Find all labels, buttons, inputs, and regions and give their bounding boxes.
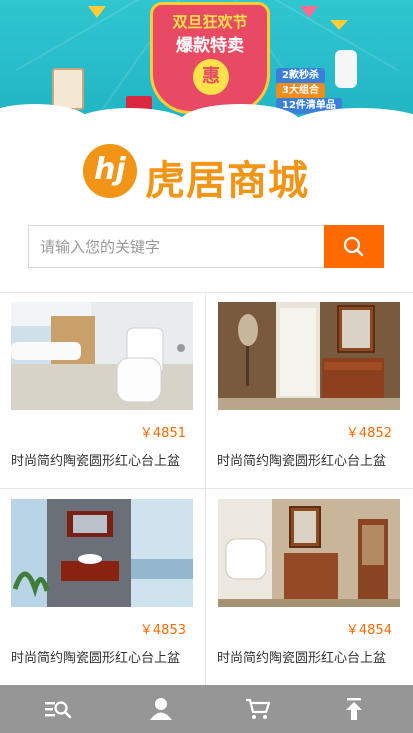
search-icon — [343, 236, 364, 257]
product-price: ￥4853 — [139, 623, 186, 638]
product-title[interactable]: 时尚简约陶瓷圆形红心台上盆 — [217, 450, 409, 469]
back-to-top-icon — [346, 698, 362, 720]
product-image[interactable] — [218, 499, 400, 607]
brand-name: 虎居商城 — [145, 158, 309, 204]
nav-category-search[interactable] — [6, 685, 109, 733]
banner-cloud — [70, 108, 190, 126]
search-button[interactable] — [324, 225, 384, 268]
banner-flag — [330, 20, 348, 30]
banner-vanity-illustration — [52, 68, 84, 110]
product-price: ￥4851 — [139, 426, 186, 441]
banner-flag — [88, 6, 106, 18]
product-price: ￥4852 — [345, 426, 392, 441]
promo-banner[interactable]: 双旦狂欢节 爆款特卖 惠 2款秒杀 3大组合 12件清单品 — [0, 0, 413, 126]
product-price: ￥4854 — [345, 623, 392, 638]
nav-cart[interactable] — [206, 685, 309, 733]
product-card[interactable]: ￥4852 时尚简约陶瓷圆形红心台上盆 — [206, 292, 412, 488]
category-search-icon — [45, 701, 72, 719]
banner-tag: 3大组合 — [276, 83, 325, 99]
banner-flag — [300, 6, 318, 18]
banner-headline-top: 双旦狂欢节 — [172, 13, 248, 31]
banner-tag: 2款秒杀 — [276, 68, 325, 84]
product-title[interactable]: 时尚简约陶瓷圆形红心台上盆 — [217, 647, 409, 666]
product-image[interactable] — [11, 499, 193, 607]
banner-hui-badge: 惠 — [193, 59, 229, 95]
nav-back-to-top[interactable] — [302, 685, 405, 733]
product-title[interactable]: 时尚简约陶瓷圆形红心台上盆 — [11, 647, 203, 666]
banner-badge: 双旦狂欢节 爆款特卖 惠 — [150, 2, 270, 114]
banner-headline-main: 爆款特卖 — [176, 36, 244, 56]
product-card[interactable]: ￥4851 时尚简约陶瓷圆形红心台上盆 — [0, 292, 206, 488]
logo-mark: hj — [83, 144, 137, 198]
product-card[interactable]: ￥4854 时尚简约陶瓷圆形红心台上盆 — [206, 489, 412, 685]
cart-icon — [246, 698, 271, 719]
search-input[interactable] — [29, 226, 325, 267]
banner-toilet-illustration — [335, 50, 357, 88]
product-image[interactable] — [11, 302, 193, 410]
search-bar — [28, 225, 384, 268]
bottom-nav — [0, 685, 413, 733]
product-title[interactable]: 时尚简约陶瓷圆形红心台上盆 — [11, 450, 203, 469]
logo-mark-text: hj — [94, 152, 126, 187]
user-icon — [150, 698, 172, 720]
site-logo[interactable]: hj 虎居商城 — [83, 140, 333, 204]
page: 双旦狂欢节 爆款特卖 惠 2款秒杀 3大组合 12件清单品 hj 虎居商城 请输… — [0, 0, 413, 733]
nav-user[interactable] — [109, 685, 212, 733]
product-card[interactable]: ￥4853 时尚简约陶瓷圆形红心台上盆 — [0, 489, 206, 685]
product-image[interactable] — [218, 302, 400, 410]
